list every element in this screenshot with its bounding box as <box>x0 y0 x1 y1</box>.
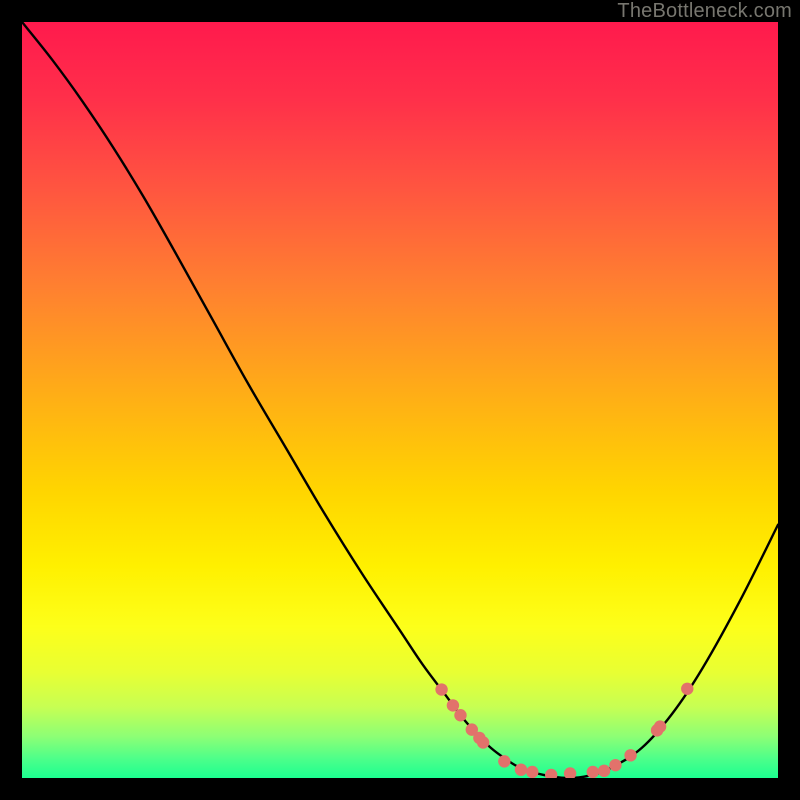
curve-marker <box>598 765 610 777</box>
curve-marker <box>564 767 576 778</box>
curve-marker <box>477 736 489 748</box>
curve-marker <box>654 720 666 732</box>
bottleneck-curve <box>22 22 778 778</box>
curve-markers <box>435 683 693 778</box>
chart-stage: TheBottleneck.com <box>0 0 800 800</box>
plot-area <box>22 22 778 778</box>
curve-layer <box>22 22 778 778</box>
curve-marker <box>435 683 447 695</box>
curve-marker <box>447 699 459 711</box>
curve-marker <box>454 709 466 721</box>
curve-marker <box>526 766 538 778</box>
curve-marker <box>498 755 510 767</box>
curve-marker <box>681 683 693 695</box>
curve-marker <box>609 759 621 771</box>
attribution-text: TheBottleneck.com <box>617 0 792 23</box>
curve-marker <box>545 769 557 778</box>
curve-marker <box>515 763 527 775</box>
curve-marker <box>624 749 636 761</box>
curve-marker <box>587 766 599 778</box>
